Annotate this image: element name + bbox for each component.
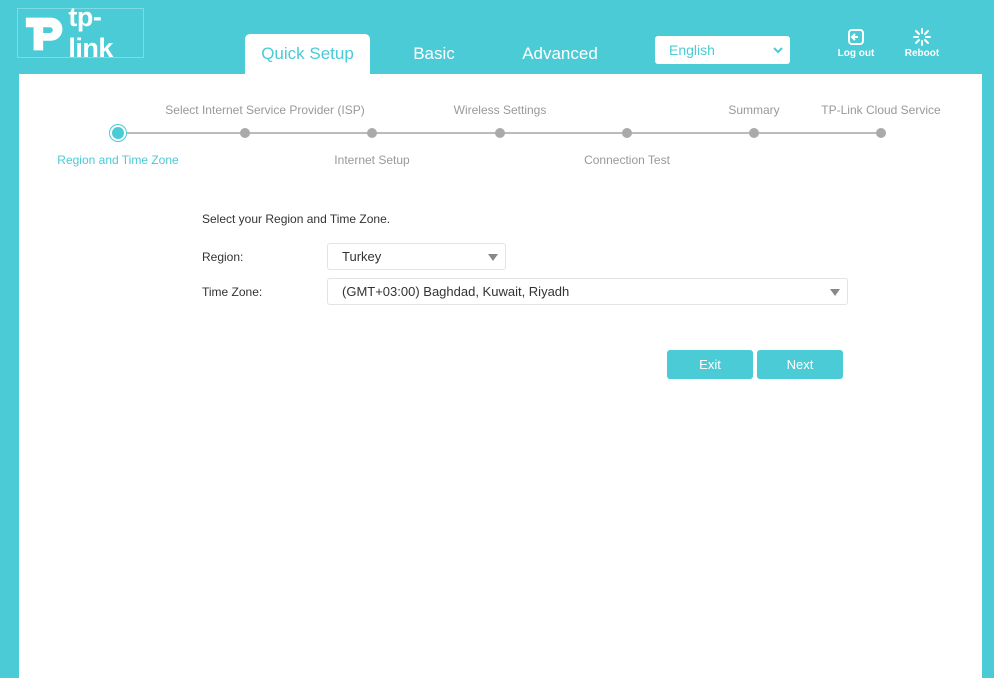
tab-basic[interactable]: Basic [395, 34, 473, 74]
region-select[interactable]: Turkey [327, 243, 506, 270]
logout-label: Log out [837, 48, 875, 59]
next-button[interactable]: Next [757, 350, 843, 379]
content-panel: Region and Time Zone Select Internet Ser… [19, 74, 982, 678]
step-label-connection-test: Connection Test [584, 153, 670, 167]
tp-link-logo-icon [25, 17, 63, 51]
step-label-region-time-zone: Region and Time Zone [57, 153, 179, 167]
region-label: Region: [202, 250, 244, 264]
logout-button[interactable]: Log out [831, 28, 881, 59]
language-select[interactable]: English [655, 36, 790, 64]
dropdown-arrow-icon [488, 254, 498, 261]
step-label-wireless-settings: Wireless Settings [453, 103, 547, 117]
timezone-label: Time Zone: [202, 285, 263, 299]
dropdown-arrow-icon [830, 289, 840, 296]
form-intro: Select your Region and Time Zone. [202, 212, 391, 226]
step-dot-wireless-settings [495, 128, 505, 138]
step-dot-region-time-zone [112, 127, 124, 139]
chevron-down-icon [773, 47, 783, 54]
logout-icon [848, 29, 864, 45]
step-dot-cloud-service [876, 128, 886, 138]
language-value: English [669, 42, 715, 58]
timezone-select[interactable]: (GMT+03:00) Baghdad, Kuwait, Riyadh [327, 278, 848, 305]
step-label-select-isp: Select Internet Service Provider (ISP) [165, 103, 365, 117]
tp-link-logo: tp-link [17, 2, 144, 63]
reboot-label: Reboot [904, 48, 940, 59]
step-label-internet-setup: Internet Setup [334, 153, 410, 167]
step-label-summary: Summary [728, 103, 780, 117]
brand-name: tp-link [68, 2, 113, 63]
step-dot-summary [749, 128, 759, 138]
step-dot-internet-setup [367, 128, 377, 138]
tab-advanced[interactable]: Advanced [505, 34, 615, 74]
exit-button[interactable]: Exit [667, 350, 753, 379]
step-label-cloud-service: TP-Link Cloud Service [821, 103, 941, 117]
timezone-value: (GMT+03:00) Baghdad, Kuwait, Riyadh [342, 284, 570, 299]
reboot-button[interactable]: Reboot [897, 28, 947, 59]
reboot-icon [913, 28, 931, 46]
step-dot-select-isp [240, 128, 250, 138]
step-dot-connection-test [622, 128, 632, 138]
region-value: Turkey [342, 249, 382, 264]
tab-quick-setup[interactable]: Quick Setup [245, 34, 370, 74]
